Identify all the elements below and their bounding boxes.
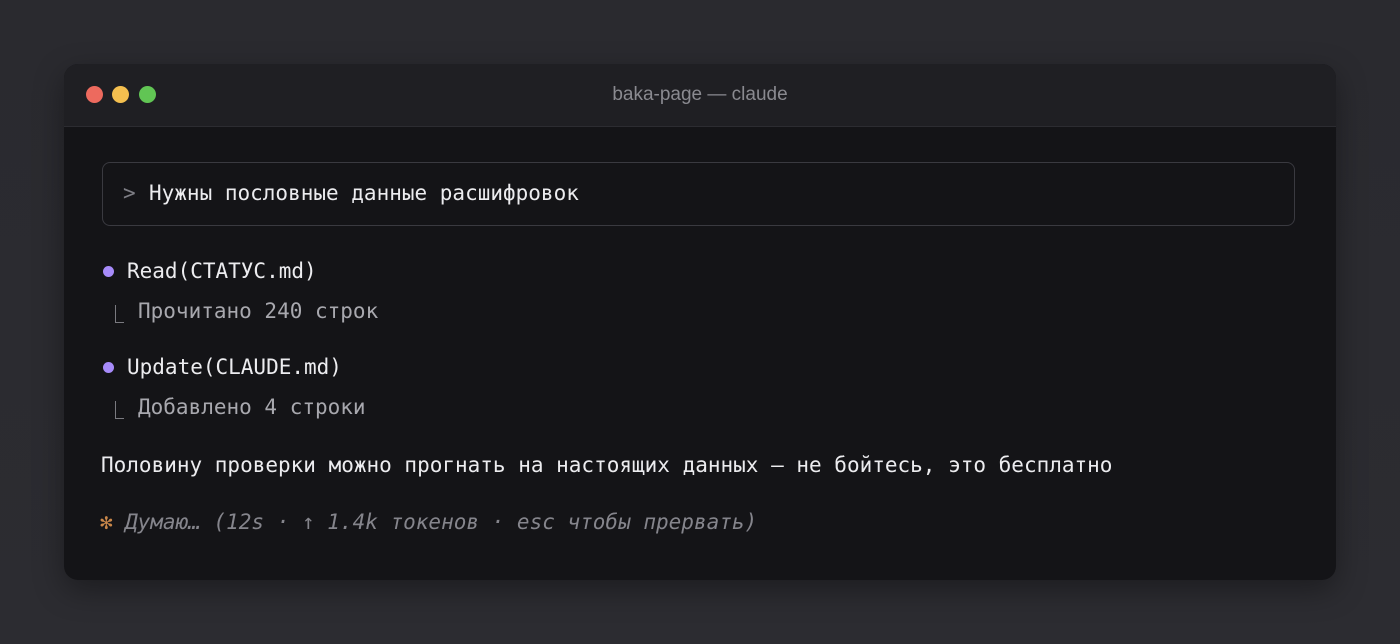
- tool-result-read: Прочитано 240 строк: [138, 299, 379, 323]
- thinking-status: Думаю… (12s · ↑ 1.4k токенов · esc чтобы…: [125, 510, 758, 534]
- terminal-window: baka-page — claude > Нужны пословные дан…: [64, 64, 1336, 580]
- tree-branch-icon: [115, 305, 124, 323]
- user-prompt-box: > Нужны пословные данные расшифровок: [102, 162, 1295, 226]
- tree-branch-icon: [115, 401, 124, 419]
- tool-call-update: Update(CLAUDE.md): [127, 355, 342, 379]
- tool-call-read: Read(СТАТУС.md): [127, 259, 317, 283]
- assistant-message: Половину проверки можно прогнать на наст…: [101, 453, 1113, 477]
- prompt-caret: >: [123, 181, 136, 205]
- title-bar: baka-page — claude: [64, 64, 1336, 127]
- window-title: baka-page — claude: [612, 84, 788, 105]
- user-prompt-text: Нужны пословные данные расшифровок: [149, 181, 579, 205]
- tool-bullet-icon: [103, 362, 114, 373]
- tool-bullet-icon: [103, 266, 114, 277]
- thinking-spinner-icon: ✻: [100, 510, 113, 534]
- tool-result-update: Добавлено 4 строки: [138, 395, 366, 419]
